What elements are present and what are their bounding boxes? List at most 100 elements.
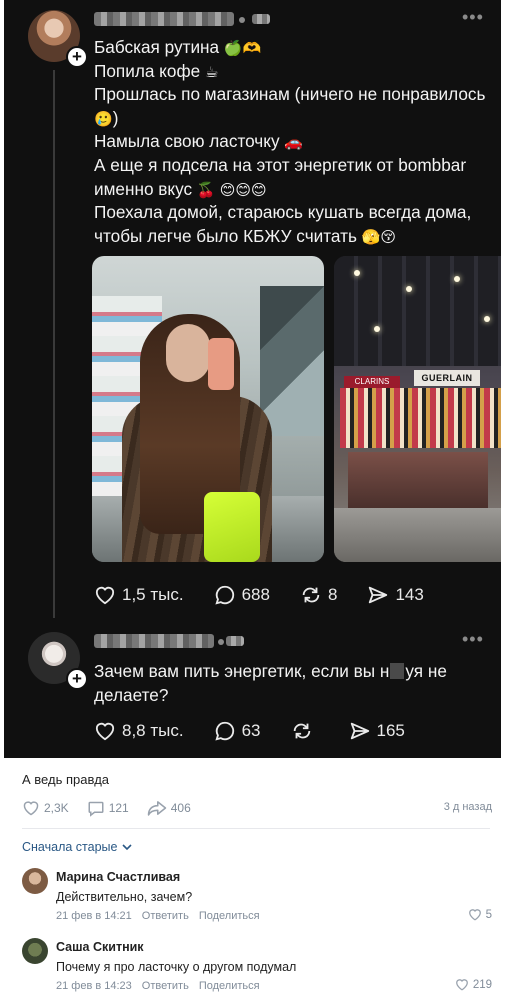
photo-light <box>454 276 460 282</box>
comment-like-count: 5 <box>485 908 492 921</box>
separator-dot <box>239 17 245 23</box>
comments-sort-dropdown[interactable]: Сначала старые <box>22 840 133 854</box>
comment-count: 63 <box>241 721 261 740</box>
heart-icon <box>23 801 39 816</box>
blurred-time <box>226 636 244 646</box>
comment-date[interactable]: 21 фев в 14:23 <box>56 980 132 992</box>
repost-count: 8 <box>327 585 338 604</box>
store-sign-guerlain: GUERLAIN <box>414 370 480 386</box>
comment-date[interactable]: 21 фев в 14:21 <box>56 910 132 922</box>
comment-like-button[interactable]: 219 <box>455 978 492 991</box>
reply-action-bar: 8,8 тыс. 63 165 <box>94 720 435 742</box>
commenter-avatar[interactable] <box>22 868 48 894</box>
post-line: Бабская рутина 🍏🫶 <box>94 37 262 57</box>
commenter-avatar[interactable] <box>22 938 48 964</box>
more-options-icon[interactable]: ••• <box>462 630 484 648</box>
share-count: 165 <box>376 721 405 740</box>
share-button[interactable]: 406 <box>147 800 191 816</box>
comment-meta: 21 фев в 14:21 Ответить Поделиться <box>56 910 260 922</box>
censored-text-block <box>390 663 405 679</box>
photo-light <box>406 286 412 292</box>
photo-light <box>354 270 360 276</box>
share-count: 406 <box>170 801 191 815</box>
comment-text: Действительно, зачем? <box>56 890 193 904</box>
post-line: Поехала домой, стараюсь кушать всегда до… <box>94 202 472 223</box>
comment-like-count: 219 <box>472 978 492 991</box>
photo-phone <box>208 338 234 390</box>
like-button[interactable]: 1,5 тыс. <box>94 585 184 605</box>
share-count: 143 <box>395 585 424 604</box>
like-button[interactable]: 2,3K <box>22 800 69 816</box>
heart-icon <box>95 722 115 741</box>
comment-text: Почему я про ласточку о другом подумал <box>56 960 297 974</box>
post-time: 3 д назад <box>443 801 492 813</box>
comment-button[interactable]: 63 <box>214 720 261 742</box>
more-options-icon[interactable]: ••• <box>462 8 484 26</box>
photo-shelves <box>340 388 501 448</box>
comment-count: 121 <box>108 801 129 815</box>
post-text: Бабская рутина 🍏🫶 Попила кофе ☕ Прошлась… <box>94 36 489 248</box>
divider <box>22 828 490 829</box>
photo-counter <box>348 452 488 508</box>
reply-text: Зачем вам пить энергетик, если вы н уя не… <box>94 661 447 705</box>
embedded-threads-screenshot: + ••• Бабская рутина 🍏🫶 Попила кофе ☕ Пр… <box>4 0 501 758</box>
separator-dot <box>218 639 224 645</box>
like-count: 1,5 тыс. <box>122 585 184 604</box>
follow-plus-icon[interactable]: + <box>66 46 88 68</box>
post-line: именно вкус 🍒 😊😊😊 <box>94 178 267 199</box>
share-link[interactable]: Поделиться <box>199 980 260 992</box>
post-line: чтобы легче было КБЖУ считать 🫣😚 <box>94 225 397 246</box>
comment-bubble-icon <box>214 585 234 605</box>
repost-icon <box>302 587 320 603</box>
comment-button[interactable]: 121 <box>87 800 129 817</box>
share-button[interactable]: 143 <box>367 584 424 606</box>
comment-like-button[interactable]: 5 <box>468 908 492 921</box>
heart-icon <box>468 909 481 921</box>
reply-link[interactable]: Ответить <box>142 910 189 922</box>
like-count: 2,3K <box>44 801 69 815</box>
share-button[interactable]: 165 <box>349 720 405 742</box>
like-count: 8,8 тыс. <box>122 721 184 740</box>
comment-meta: 21 фев в 14:23 Ответить Поделиться <box>56 980 260 992</box>
photo-light <box>484 316 490 322</box>
store-sign-clarins: CLARINS <box>344 376 400 388</box>
post-photo-selfie[interactable] <box>92 256 324 562</box>
send-icon <box>350 722 369 740</box>
post-line: Намыла свою ласточку 🚗 <box>94 131 304 152</box>
post-action-bar: 1,5 тыс. 688 8 143 <box>94 584 454 606</box>
comment-button[interactable]: 688 <box>214 584 270 606</box>
repost-button[interactable]: 8 <box>300 584 337 606</box>
share-link[interactable]: Поделиться <box>199 910 260 922</box>
photo-shopping-bag <box>204 492 260 562</box>
like-button[interactable]: 8,8 тыс. <box>94 721 184 741</box>
photo-floor <box>334 508 501 562</box>
commenter-name[interactable]: Марина Счастливая <box>56 870 180 884</box>
photo-face <box>166 324 210 382</box>
post-photo-store[interactable]: CLARINS GUERLAIN <box>334 256 501 562</box>
blurred-time <box>252 14 270 24</box>
comment-bubble-icon <box>214 721 234 741</box>
send-icon <box>369 586 388 604</box>
repost-button[interactable] <box>291 720 319 742</box>
post-line: А еще я подсела на этот энергетик от bom… <box>94 154 467 175</box>
share-arrow-icon <box>147 801 166 816</box>
post-caption: А ведь правда <box>22 772 110 787</box>
post-stats-bar: 2,3K 121 406 3 д назад <box>22 798 492 818</box>
commenter-name[interactable]: Саша Скитник <box>56 940 144 954</box>
blurred-username <box>94 634 214 648</box>
repost-icon <box>293 723 310 739</box>
photo-escalator <box>260 286 324 436</box>
comment-count: 688 <box>241 585 270 604</box>
sort-label: Сначала старые <box>22 840 118 854</box>
reply-link[interactable]: Ответить <box>142 980 189 992</box>
heart-icon <box>455 979 468 991</box>
post-line: Попила кофе ☕ <box>94 60 219 81</box>
heart-icon <box>95 586 115 605</box>
follow-plus-icon[interactable]: + <box>66 668 88 690</box>
photo-light <box>374 326 380 332</box>
post-line: Прошлась по магазинам (ничего не понрави… <box>94 84 486 105</box>
post-line: 🥲) <box>94 107 119 128</box>
thread-connector-line <box>53 70 55 618</box>
chevron-down-icon <box>122 843 133 850</box>
blurred-username <box>94 12 234 26</box>
